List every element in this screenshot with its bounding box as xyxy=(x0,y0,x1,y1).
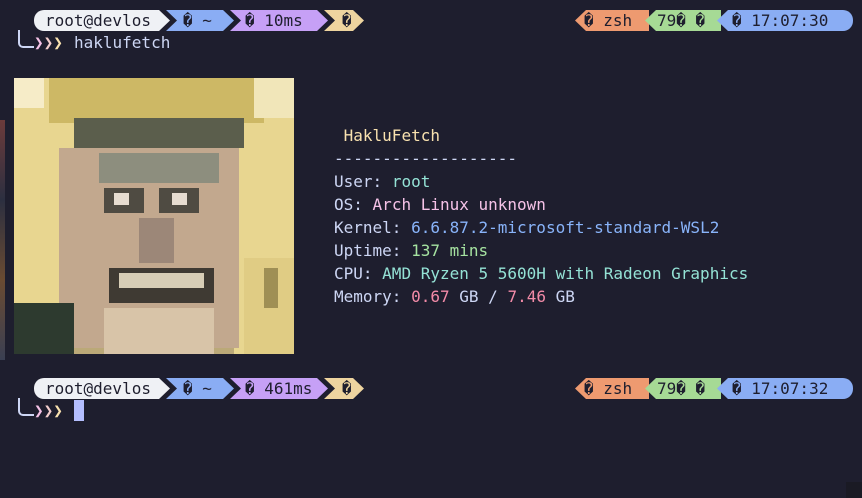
fetch-info-panel: HakluFetch ------------------- User: roo… xyxy=(334,124,748,308)
prompt-git-icon: � xyxy=(324,10,364,31)
prompt-exit-code: 79� � xyxy=(645,378,721,399)
terminal-cursor[interactable] xyxy=(74,400,84,421)
prompt-git-icon: � xyxy=(324,378,364,399)
fetch-row-uptime: Uptime: 137 mins xyxy=(334,241,489,260)
fetch-row-os: OS: Arch Linux unknown xyxy=(334,195,546,214)
prompt-exit-code: 79� � xyxy=(645,10,721,31)
prompt-arrow-icon: ❯❯❯ xyxy=(34,33,63,52)
prompt-shell: � zsh xyxy=(575,10,649,31)
background-window-edge xyxy=(0,120,5,360)
fetch-row-memory: Memory: 0.67 GB / 7.46 GB xyxy=(334,287,575,306)
resize-corner[interactable] xyxy=(846,482,862,498)
prompt-user-host: root@devlos xyxy=(34,378,170,399)
haklufetch-logo-image xyxy=(14,78,294,354)
prompt-connector xyxy=(18,30,34,48)
prompt-duration: � 10ms xyxy=(230,10,328,31)
prompt-line-2: root@devlos � ~ � 461ms � � zsh 79� � � … xyxy=(0,378,862,399)
prompt-duration: � 461ms xyxy=(230,378,328,399)
fetch-row-kernel: Kernel: 6.6.87.2-microsoft-standard-WSL2 xyxy=(334,218,720,237)
prompt-arrow-icon: ❯❯❯ xyxy=(34,401,63,420)
prompt-directory: � ~ xyxy=(166,378,234,399)
command-text: haklufetch xyxy=(74,33,171,52)
prompt-connector xyxy=(18,398,34,416)
fetch-row-cpu: CPU: AMD Ryzen 5 5600H with Radeon Graph… xyxy=(334,264,749,283)
fetch-row-user: User: root xyxy=(334,172,431,191)
prompt-clock: � 17:07:32 xyxy=(717,378,853,399)
prompt-directory: � ~ xyxy=(166,10,234,31)
prompt-clock: � 17:07:30 xyxy=(717,10,853,31)
prompt-line-1: root@devlos � ~ � 10ms � � zsh 79� � � 1… xyxy=(0,10,862,31)
fetch-separator: ------------------- xyxy=(334,149,518,168)
prompt-shell: � zsh xyxy=(575,378,649,399)
prompt-user-host: root@devlos xyxy=(34,10,170,31)
fetch-title: HakluFetch xyxy=(343,126,440,145)
